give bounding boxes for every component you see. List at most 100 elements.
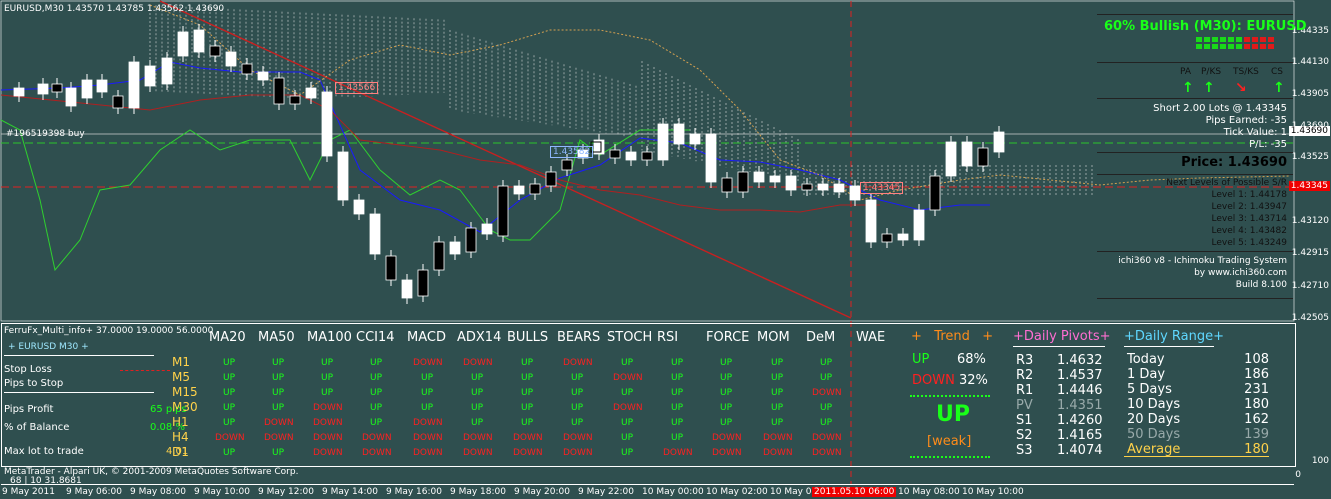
candle-body [273,77,285,105]
chart-title: EURUSD,M30 1.43570 1.43785 1.43562 1.436… [4,4,225,14]
grid-header: STOCH [607,330,653,345]
up-arrow-icon: ↑ [1203,80,1215,96]
signal-cell: UP [621,448,634,458]
candle-body [225,51,237,67]
pivot-value: 1.4074 [1057,443,1103,458]
signal-cell: UP [521,358,534,368]
signal-cell: UP [820,418,833,428]
stop-loss-label: Stop Loss [4,364,52,375]
signal-cell: UP [272,373,285,383]
signal-cell: DOWN [215,433,245,443]
max-lot-label: Max lot to trade [4,446,84,457]
next-levels-title: Next Levels of Possible S/R [1166,178,1287,188]
brand-line-2: by www.ichi360.com [1194,268,1287,278]
signal-cell: DOWN [313,418,343,428]
time-axis-label: 9 May 06:00 [66,487,122,497]
timeframe-label: D1 [172,445,189,459]
time-axis-label: 9 May 18:00 [450,487,506,497]
trend-down-pct: 32% [959,373,988,388]
panel-divider [1097,62,1293,63]
signal-cell: UP [521,373,534,383]
pivot-value: 1.4632 [1057,353,1103,368]
signal-cell: UP [272,448,285,458]
signal-cell: UP [820,403,833,413]
range-value: 108 [1244,352,1269,367]
strength-block [1228,37,1234,42]
signal-cell: UP [621,388,634,398]
panel-divider-3 [1097,152,1293,153]
up-arrow-icon: ↑ [1182,80,1194,96]
grid-header: BULLS [507,330,549,345]
signal-cell: DOWN [812,388,842,398]
signal-cell: UP [223,388,236,398]
candle-body [833,183,845,193]
multi-info-pair: + EURUSD M30 + [8,342,89,352]
timeframe-label: M30 [172,400,198,414]
pivot-name: R3 [1016,353,1034,368]
pivot-name: S1 [1016,413,1033,428]
candle-body [81,79,93,99]
signal-cell: DOWN [362,448,392,458]
candle-body [209,45,221,57]
signal-cell: UP [720,358,733,368]
time-axis-label: 9 May 20:00 [514,487,570,497]
signal-cell: UP [321,373,334,383]
pivot-value: 1.4351 [1057,398,1103,413]
candle-body [657,123,669,161]
strength-block [1204,44,1210,49]
grid-header: RSI [657,330,679,345]
trend-up-pct: 68% [957,352,986,367]
candle-body [625,151,637,161]
signal-cell: UP [571,388,584,398]
panel-divider-6 [1097,298,1293,299]
signal-cell: UP [820,373,833,383]
panel-divider-5 [1097,251,1293,252]
range-name: 10 Days [1127,397,1181,412]
grid-header: BEARS [557,330,601,345]
pivot-name: S2 [1016,428,1033,443]
time-axis-label: 10 May 00:00 [642,487,704,497]
trend-divider-2 [910,456,990,458]
range-name: 20 Days [1127,412,1181,427]
time-axis-label: 10 May 08:00 [898,487,960,497]
pivot-value: 1.4165 [1057,428,1103,443]
range-title: +Daily Range+ [1124,329,1225,344]
strength-block [1196,37,1202,42]
signal-cell: DOWN [712,448,742,458]
signal-cell: UP [720,373,733,383]
signal-cell: DOWN [513,448,543,458]
candle-body [769,175,781,183]
signal-cell: UP [421,403,434,413]
candle-body [561,159,573,171]
time-axis-label: 10 May 02:00 [706,487,768,497]
candle-body [881,233,893,243]
trend-strength: [weak] [927,434,972,449]
candle-body [705,133,717,183]
multi-info-title: FerruFx_Multi_info+ 37.0000 19.0000 56.0… [4,326,214,336]
signal-cell: DOWN [413,448,443,458]
timeframe-label: H4 [172,430,189,444]
timeframe-label: M15 [172,385,198,399]
signal-cell: DOWN [264,418,294,428]
signal-cell: UP [370,403,383,413]
candle-body [865,199,877,243]
signal-cell: DOWN [313,403,343,413]
candle-body [433,241,445,271]
trendline-price-label: 1.43566 [335,82,379,94]
candle-body [993,131,1005,153]
timeframe-label: H1 [172,415,189,429]
signal-cell: DOWN [563,358,593,368]
signal-cell: DOWN [563,433,593,443]
grid-header: DeM [806,330,836,345]
sr-level: Level 4: 1.43482 [1211,226,1287,236]
candle-body [353,199,365,215]
signal-cell: UP [621,418,634,428]
candle-body [96,79,108,93]
tenkan-line [0,94,880,213]
strength-block [1268,37,1274,42]
pivot-value: 1.4537 [1057,368,1103,383]
pips-to-stop-label: Pips to Stop [4,378,64,389]
signal-cell: UP [771,388,784,398]
price-axis-label: 1.42505 [1291,313,1329,323]
signal-cell: DOWN [463,448,493,458]
